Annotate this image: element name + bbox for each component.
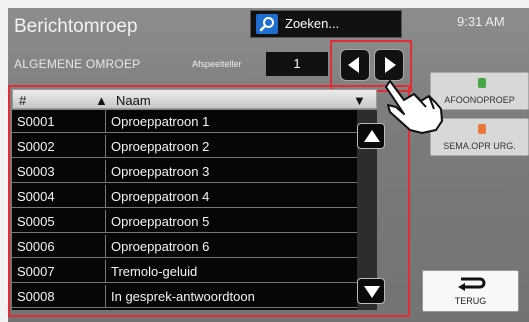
row-name: Oproeppatroon 1 bbox=[111, 114, 210, 129]
pointing-hand-icon bbox=[385, 80, 443, 134]
sort-up-icon[interactable]: ▲ bbox=[95, 93, 108, 108]
sort-down-icon[interactable]: ▼ bbox=[353, 93, 366, 108]
table-row[interactable]: S0002 Oproeppatroon 2 bbox=[12, 135, 357, 158]
row-name: Tremolo-geluid bbox=[111, 264, 198, 279]
row-name: In gesprek-antwoordtoon bbox=[111, 289, 255, 304]
table-row[interactable]: S0001 Oproeppatroon 1 bbox=[12, 110, 357, 133]
counter-decrease-button[interactable] bbox=[340, 49, 370, 81]
counter-label: Afspeelteller bbox=[192, 59, 242, 69]
column-number[interactable]: # bbox=[19, 93, 26, 108]
row-number: S0005 bbox=[17, 214, 55, 229]
back-icon bbox=[458, 277, 486, 291]
row-name: Oproeppatroon 6 bbox=[111, 239, 210, 254]
row-number: S0006 bbox=[17, 239, 55, 254]
row-name: Oproeppatroon 3 bbox=[111, 164, 210, 179]
pager-icon bbox=[478, 124, 486, 134]
table-row[interactable]: S0007 Tremolo-geluid bbox=[12, 260, 357, 283]
search-icon bbox=[256, 14, 278, 34]
app-frame: Berichtomroep Zoeken... 9:31 AM ALGEMENE… bbox=[0, 0, 529, 322]
section-label: ALGEMENE OMROEP bbox=[14, 57, 141, 71]
row-name: Oproeppatroon 2 bbox=[111, 139, 210, 154]
row-number: S0008 bbox=[17, 289, 55, 304]
search-label: Zoeken... bbox=[285, 16, 340, 31]
counter-value[interactable]: 1 bbox=[266, 52, 328, 76]
row-number: S0001 bbox=[17, 114, 55, 129]
row-name: Oproeppatroon 5 bbox=[111, 214, 210, 229]
table-row[interactable]: S0005 Oproeppatroon 5 bbox=[12, 210, 357, 233]
row-name: Oproeppatroon 4 bbox=[111, 189, 210, 204]
scrollbar[interactable] bbox=[357, 110, 385, 310]
table-row[interactable]: S0004 Oproeppatroon 4 bbox=[12, 185, 357, 208]
back-button[interactable]: TERUG bbox=[422, 270, 519, 312]
table-row[interactable]: S0008 In gesprek-antwoordtoon bbox=[12, 285, 357, 308]
row-number: S0003 bbox=[17, 164, 55, 179]
page-title: Berichtomroep bbox=[14, 16, 138, 37]
scroll-down-button[interactable] bbox=[357, 278, 385, 304]
row-number: S0004 bbox=[17, 189, 55, 204]
column-name[interactable]: Naam bbox=[116, 93, 151, 108]
table-row[interactable]: S0003 Oproeppatroon 3 bbox=[12, 160, 357, 183]
scroll-down-icon bbox=[364, 286, 380, 298]
row-number: S0007 bbox=[17, 264, 55, 279]
table-header: # ▲ Naam ▼ bbox=[12, 89, 377, 109]
clock: 9:31 AM bbox=[457, 14, 505, 29]
back-label: TERUG bbox=[454, 296, 487, 306]
search-button[interactable]: Zoeken... bbox=[250, 10, 402, 38]
pager-icon bbox=[478, 78, 486, 88]
message-list: S0001 Oproeppatroon 1 S0002 Oproeppatroon … bbox=[12, 110, 357, 310]
table-row[interactable]: S0006 Oproeppatroon 6 bbox=[12, 235, 357, 258]
row-number: S0002 bbox=[17, 139, 55, 154]
side-button-2-label: SEMA.OPR URG. bbox=[443, 141, 516, 151]
arrow-left-icon bbox=[348, 57, 359, 73]
